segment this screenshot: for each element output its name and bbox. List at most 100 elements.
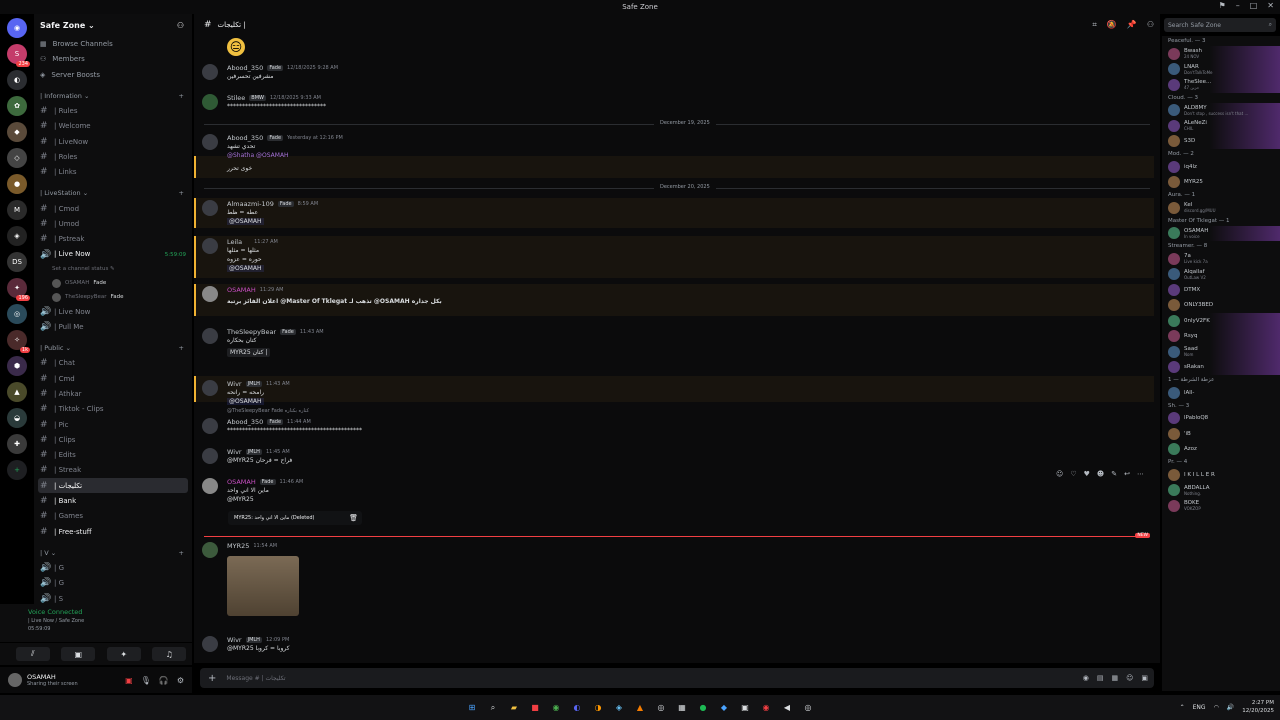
- channel-welcome[interactable]: # | Welcome: [34, 119, 192, 134]
- message-composer[interactable]: + Message # | تكليجات ◉ ▤ ▦ ☺ ▣: [200, 668, 1154, 688]
- notification-bell-icon[interactable]: 🔕: [1107, 20, 1117, 30]
- server-icon[interactable]: ◐: [7, 70, 27, 90]
- server-icon[interactable]: DS: [7, 252, 27, 272]
- server-icon[interactable]: ◒: [7, 408, 27, 428]
- channel-edits[interactable]: # | Edits: [34, 448, 192, 463]
- trash-icon[interactable]: 🗑: [349, 514, 362, 522]
- channel-chat[interactable]: # | Chat: [34, 356, 192, 371]
- avatar[interactable]: [202, 328, 218, 344]
- threads-icon[interactable]: ⌗: [1092, 20, 1097, 30]
- avatar[interactable]: [1168, 176, 1180, 189]
- server-icon[interactable]: ◈: [7, 226, 27, 246]
- avatar[interactable]: [1168, 268, 1180, 281]
- reply-preview[interactable]: @TheSleepyBear Fade كتاره بكتاره: [227, 408, 309, 414]
- member-item[interactable]: S3D: [1162, 133, 1280, 149]
- server-icon[interactable]: ✧ 1k: [7, 330, 30, 353]
- avatar[interactable]: [1168, 427, 1180, 440]
- member-item[interactable]: lAll-: [1162, 385, 1280, 401]
- chrome-icon[interactable]: ◉: [550, 702, 562, 714]
- message-input[interactable]: Message # | تكليجات: [226, 675, 285, 682]
- member-item[interactable]: Azoz: [1162, 442, 1280, 458]
- avatar[interactable]: [8, 673, 22, 687]
- chevron-up-icon[interactable]: ⌃: [1180, 704, 1185, 711]
- avatar[interactable]: [1168, 135, 1180, 148]
- category-information[interactable]: | Information ⌄ +: [34, 89, 192, 104]
- server-icon[interactable]: M: [7, 200, 27, 220]
- search-icon[interactable]: ⌕: [487, 702, 499, 714]
- avatar[interactable]: [1168, 63, 1180, 76]
- avatar[interactable]: [202, 636, 218, 652]
- member-item[interactable]: BOKE VOKZOP: [1162, 498, 1280, 514]
- avatar[interactable]: [202, 134, 218, 150]
- member-item[interactable]: ALD8MY Don't stop , success isn't that .…: [1162, 102, 1280, 118]
- member-item[interactable]: TheSlee... حزين 47: [1162, 77, 1280, 93]
- add-member-icon[interactable]: ⚇: [177, 21, 184, 30]
- add-channel-icon[interactable]: +: [179, 189, 184, 197]
- heart-filled-icon[interactable]: ♥: [1084, 470, 1090, 478]
- member-item[interactable]: lPabloQ8: [1162, 411, 1280, 427]
- channel-tklegat[interactable]: # | تكليجات: [38, 478, 188, 494]
- avatar[interactable]: [202, 238, 218, 254]
- member-item[interactable]: ABDALLA Nothing.: [1162, 483, 1280, 499]
- spotify-icon[interactable]: ●: [697, 702, 709, 714]
- member-list-icon[interactable]: ⚇: [1147, 20, 1154, 30]
- heart-icon[interactable]: ♡: [1070, 470, 1076, 478]
- app-icon[interactable]: ▣: [739, 702, 751, 714]
- server-icon[interactable]: ⬢: [7, 356, 27, 376]
- edit-icon[interactable]: ✎: [1111, 470, 1117, 478]
- headset-icon[interactable]: 🎧: [159, 676, 169, 685]
- voice-status[interactable]: Voice Connected: [28, 608, 186, 616]
- steam-icon[interactable]: ◈: [613, 702, 625, 714]
- category-public[interactable]: | Public ⌄ +: [34, 341, 192, 356]
- avatar[interactable]: [1168, 252, 1180, 265]
- volume-icon[interactable]: 🔊: [1227, 704, 1234, 711]
- member-item[interactable]: I K I L L E R: [1162, 467, 1280, 483]
- server-icon[interactable]: S 234: [7, 44, 30, 67]
- category-v[interactable]: | V ⌄ +: [34, 545, 192, 560]
- avatar[interactable]: [1168, 201, 1180, 214]
- avatar[interactable]: [202, 286, 218, 302]
- app-icon[interactable]: ◀: [781, 702, 793, 714]
- avatar[interactable]: [1168, 468, 1180, 481]
- avatar[interactable]: [1168, 499, 1180, 512]
- minimize-button[interactable]: –: [1236, 1, 1240, 10]
- category-livestation[interactable]: | LiveStation ⌄ +: [34, 186, 192, 201]
- voice-channel-g2[interactable]: 🔊 | G: [34, 576, 192, 591]
- server-icon[interactable]: ◇: [7, 148, 27, 168]
- close-button[interactable]: ✕: [1267, 1, 1274, 10]
- channel-pstreak[interactable]: # | Pstreak: [34, 232, 192, 247]
- voice-channel-pull-me[interactable]: 🔊 | Pull Me: [34, 319, 192, 334]
- member-item[interactable]: DTMX: [1162, 282, 1280, 298]
- add-server-icon[interactable]: +: [7, 460, 27, 480]
- avatar[interactable]: [1168, 330, 1180, 343]
- member-item[interactable]: Alqallaf OutLaw V2: [1162, 267, 1280, 283]
- avatar[interactable]: [1168, 299, 1180, 312]
- firefox-icon[interactable]: ◑: [592, 702, 604, 714]
- gif-attachment[interactable]: [227, 556, 299, 616]
- discord-icon[interactable]: ◐: [571, 702, 583, 714]
- voice-channel-g[interactable]: 🔊 | G: [34, 560, 192, 575]
- avatar[interactable]: [1168, 345, 1180, 358]
- inbox-icon[interactable]: ⚑: [1219, 1, 1226, 10]
- add-channel-icon[interactable]: +: [179, 92, 184, 100]
- soundboard-button[interactable]: ♫: [152, 647, 187, 661]
- avatar[interactable]: [202, 478, 218, 494]
- search-input[interactable]: Search Safe Zone ⌕: [1164, 18, 1276, 32]
- avatar[interactable]: [1168, 283, 1180, 296]
- server-icon[interactable]: ✦ 196: [7, 278, 30, 301]
- server-icon[interactable]: ●: [7, 174, 27, 194]
- avatar[interactable]: [1168, 386, 1180, 399]
- member-item[interactable]: Saad Nom: [1162, 344, 1280, 360]
- pin-icon[interactable]: 📌: [1127, 20, 1137, 30]
- avatar[interactable]: [1168, 361, 1180, 374]
- channel-athkar[interactable]: # | Athkar: [34, 386, 192, 401]
- member-item[interactable]: ALeNeZi CHIL: [1162, 118, 1280, 134]
- channel-bank[interactable]: # | Bank: [34, 493, 192, 508]
- add-channel-icon[interactable]: +: [179, 549, 184, 557]
- avatar[interactable]: [202, 380, 218, 396]
- avatar[interactable]: [202, 64, 218, 80]
- emoji-icon[interactable]: ☺: [1126, 674, 1133, 682]
- avatar[interactable]: [202, 94, 218, 110]
- member-item[interactable]: 'iB: [1162, 426, 1280, 442]
- avatar[interactable]: [202, 542, 218, 558]
